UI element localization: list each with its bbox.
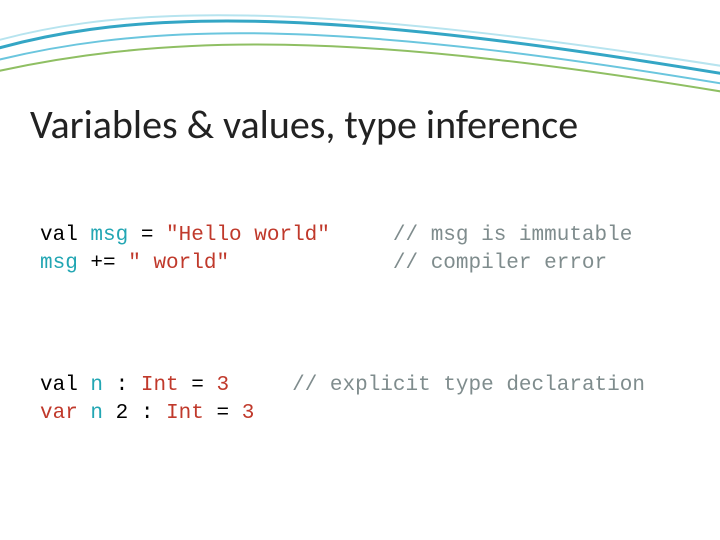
code-line-4: var n 2 : Int = 3 <box>40 402 254 425</box>
code-block-1: val msg = "Hello world" // msg is immuta… <box>40 222 632 279</box>
code-line-1: val msg = "Hello world" // msg is immuta… <box>40 224 632 247</box>
slide-title: Variables & values, type inference <box>30 100 578 149</box>
code-line-2: msg += " world" // compiler error <box>40 252 607 275</box>
decorative-swoosh <box>0 0 720 95</box>
code-block-2: val n : Int = 3 // explicit type declara… <box>40 372 645 429</box>
code-line-3: val n : Int = 3 // explicit type declara… <box>40 374 645 397</box>
